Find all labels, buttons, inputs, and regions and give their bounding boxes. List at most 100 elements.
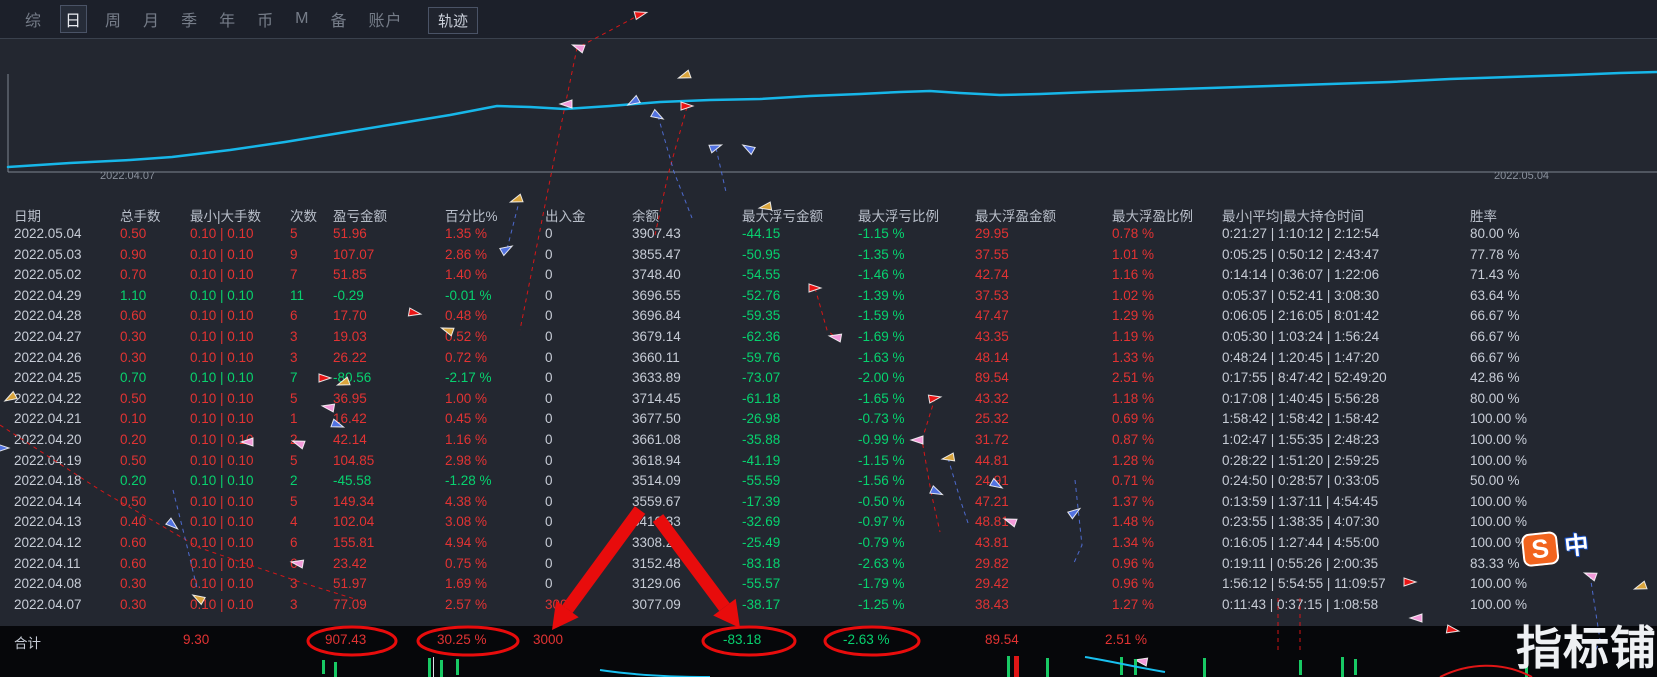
cell-max-float-profit-pct: 1.48 % <box>1112 514 1154 529</box>
summary-cell: 2.51 % <box>1105 632 1147 647</box>
cell-lot-minmax: 0.10 | 0.10 <box>190 453 254 468</box>
column-header-pnl[interactable]: 盈亏金额 <box>333 205 387 225</box>
table-row[interactable]: 2022.04.220.500.10 | 0.10536.951.00 %037… <box>0 391 1657 411</box>
column-header-total-lots[interactable]: 总手数 <box>120 205 161 225</box>
tab-月[interactable]: 月 <box>140 5 163 33</box>
column-header-hold-time[interactable]: 最小|平均|最大持仓时间 <box>1222 205 1364 225</box>
cell-pnl-pct: 1.40 % <box>445 267 487 282</box>
column-header-trade-count[interactable]: 次数 <box>290 205 317 225</box>
table-row[interactable]: 2022.04.120.600.10 | 0.106155.814.94 %03… <box>0 535 1657 555</box>
column-header-max-float-profit-pct[interactable]: 最大浮盈比例 <box>1112 205 1193 225</box>
tab-周[interactable]: 周 <box>102 5 125 33</box>
tab-账户[interactable]: 账户 <box>365 5 405 33</box>
table-row[interactable]: 2022.05.040.500.10 | 0.10551.961.35 %039… <box>0 226 1657 246</box>
cell-total-lots: 0.60 <box>120 556 146 571</box>
cell-trade-count: 1 <box>290 411 298 426</box>
table-row[interactable]: 2022.05.030.900.10 | 0.109107.072.86 %03… <box>0 247 1657 267</box>
cell-total-lots: 0.20 <box>120 432 146 447</box>
tab-备[interactable]: 备 <box>327 5 350 33</box>
cell-hold-time: 0:17:55 | 8:47:42 | 52:49:20 <box>1222 370 1387 385</box>
cell-max-float-loss: -52.76 <box>742 288 780 303</box>
cell-win-rate: 100.00 % <box>1470 514 1527 529</box>
tab-季[interactable]: 季 <box>178 5 201 33</box>
summary-row[interactable]: 合计9.30907.4330.25 %3000-83.18-2.63 %89.5… <box>0 626 1657 677</box>
cell-total-lots: 0.30 <box>120 597 146 612</box>
column-header-cash-flow[interactable]: 出入金 <box>545 205 586 225</box>
summary-cell: 907.43 <box>325 632 366 647</box>
table-row[interactable]: 2022.04.140.500.10 | 0.105149.344.38 %03… <box>0 494 1657 514</box>
column-header-max-float-loss-pct[interactable]: 最大浮亏比例 <box>858 205 939 225</box>
cell-max-float-profit-pct: 1.28 % <box>1112 453 1154 468</box>
cell-hold-time: 0:13:59 | 1:37:11 | 4:54:45 <box>1222 494 1378 509</box>
cell-max-float-loss-pct: -1.65 % <box>858 391 905 406</box>
cell-max-float-loss-pct: -1.25 % <box>858 597 905 612</box>
table-row[interactable]: 2022.04.110.600.10 | 0.10623.420.75 %031… <box>0 556 1657 576</box>
table-row[interactable]: 2022.04.270.300.10 | 0.10319.030.52 %036… <box>0 329 1657 349</box>
cell-max-float-profit-pct: 0.96 % <box>1112 576 1154 591</box>
cell-pnl-pct: 1.16 % <box>445 432 487 447</box>
cell-date: 2022.04.14 <box>14 494 82 509</box>
table-row[interactable]: 2022.04.210.100.10 | 0.10116.420.45 %036… <box>0 411 1657 431</box>
table-header-row: 日期 总手数 最小|大手数 次数盈亏金额 百分比% 出入金 余额 最大浮亏金额 最大浮亏比例 最大… <box>0 205 1657 225</box>
cell-max-float-profit: 24.91 <box>975 473 1009 488</box>
cell-hold-time: 0:19:11 | 0:55:26 | 2:00:35 <box>1222 556 1378 571</box>
cell-win-rate: 66.67 % <box>1470 350 1520 365</box>
cell-max-float-loss-pct: -0.50 % <box>858 494 905 509</box>
column-header-win-rate[interactable]: 胜率 <box>1470 205 1497 225</box>
cell-cash-flow: 0 <box>545 432 553 447</box>
tab-年[interactable]: 年 <box>216 5 239 33</box>
column-header-lot-minmax[interactable]: 最小|大手数 <box>190 205 261 225</box>
cell-max-float-loss: -38.17 <box>742 597 780 612</box>
cell-date: 2022.04.28 <box>14 308 82 323</box>
summary-cell: 89.54 <box>985 632 1019 647</box>
table-row[interactable]: 2022.04.070.300.10 | 0.10377.092.57 %300… <box>0 597 1657 617</box>
column-header-date[interactable]: 日期 <box>14 205 41 225</box>
table-row[interactable]: 2022.04.280.600.10 | 0.10617.700.48 %036… <box>0 308 1657 328</box>
cell-cash-flow: 0 <box>545 576 553 591</box>
cell-max-float-loss: -59.35 <box>742 308 780 323</box>
cell-max-float-profit-pct: 1.27 % <box>1112 597 1154 612</box>
table-row[interactable]: 2022.04.080.300.10 | 0.10351.971.69 %031… <box>0 576 1657 596</box>
table-row[interactable]: 2022.04.200.200.10 | 0.10242.141.16 %036… <box>0 432 1657 452</box>
cell-max-float-loss: -44.15 <box>742 226 780 241</box>
cell-max-float-profit-pct: 1.18 % <box>1112 391 1154 406</box>
track-button[interactable]: 轨迹 <box>428 7 478 34</box>
cell-win-rate: 80.00 % <box>1470 391 1520 406</box>
table-row[interactable]: 2022.04.180.200.10 | 0.102-45.58-1.28 %0… <box>0 473 1657 493</box>
cell-pnl-pct: 0.45 % <box>445 411 487 426</box>
column-header-max-float-profit[interactable]: 最大浮盈金额 <box>975 205 1056 225</box>
tab-综[interactable]: 综 <box>22 5 45 33</box>
cell-max-float-loss: -54.55 <box>742 267 780 282</box>
tab-M[interactable]: M <box>292 8 312 30</box>
cell-pnl-pct: 1.69 % <box>445 576 487 591</box>
table-row[interactable]: 2022.04.260.300.10 | 0.10326.220.72 %036… <box>0 350 1657 370</box>
table-row[interactable]: 2022.04.250.700.10 | 0.107-80.56-2.17 %0… <box>0 370 1657 390</box>
cell-cash-flow: 0 <box>545 370 553 385</box>
cell-win-rate: 50.00 % <box>1470 473 1520 488</box>
column-header-max-float-loss[interactable]: 最大浮亏金额 <box>742 205 823 225</box>
column-header-pnl-pct[interactable]: 百分比% <box>445 205 498 225</box>
cell-lot-minmax: 0.10 | 0.10 <box>190 329 254 344</box>
cell-cash-flow: 0 <box>545 514 553 529</box>
cell-hold-time: 0:05:30 | 1:03:24 | 1:56:24 <box>1222 329 1379 344</box>
table-row[interactable]: 2022.04.130.400.10 | 0.104102.043.08 %03… <box>0 514 1657 534</box>
cell-pnl: 155.81 <box>333 535 374 550</box>
cell-trade-count: 5 <box>290 494 298 509</box>
table-row[interactable]: 2022.04.190.500.10 | 0.105104.852.98 %03… <box>0 453 1657 473</box>
table-row[interactable]: 2022.05.020.700.10 | 0.10751.851.40 %037… <box>0 267 1657 287</box>
tab-日[interactable]: 日 <box>60 5 87 33</box>
cell-trade-count: 6 <box>290 308 298 323</box>
cell-win-rate: 100.00 % <box>1470 453 1527 468</box>
cell-max-float-loss: -50.95 <box>742 247 780 262</box>
tab-币[interactable]: 币 <box>254 5 277 33</box>
cell-balance: 3308.29 <box>632 535 681 550</box>
cell-date: 2022.05.03 <box>14 247 82 262</box>
cell-win-rate: 66.67 % <box>1470 329 1520 344</box>
cell-max-float-profit-pct: 1.16 % <box>1112 267 1154 282</box>
cell-balance: 3660.11 <box>632 350 680 365</box>
cell-date: 2022.04.29 <box>14 288 82 303</box>
summary-cell: -83.18 <box>723 632 761 647</box>
table-row[interactable]: 2022.04.291.100.10 | 0.1011-0.29-0.01 %0… <box>0 288 1657 308</box>
column-header-balance[interactable]: 余额 <box>632 205 659 225</box>
cell-max-float-loss-pct: -1.59 % <box>858 308 905 323</box>
